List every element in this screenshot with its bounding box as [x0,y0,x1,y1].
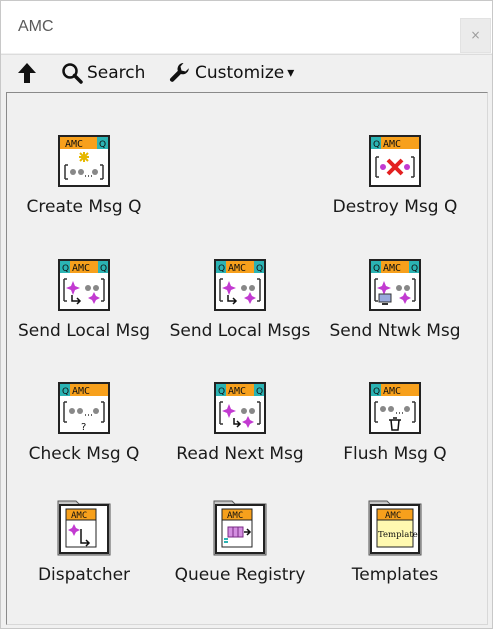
item-label: Templates [351,565,439,585]
svg-text:AMC: AMC [383,386,401,397]
item-label: Queue Registry [174,565,306,585]
chevron-down-icon: ▾ [287,65,295,81]
search-button[interactable]: Search [61,59,145,87]
svg-text:AMC: AMC [228,386,246,397]
svg-text:Q: Q [411,264,418,274]
item-label: Destroy Msg Q [332,197,458,217]
queue-registry-folder-icon: AMC [213,500,267,556]
palette-item-send-local-msgs[interactable]: Q Q AMC Send Local Msgs [165,259,315,344]
close-button[interactable]: × [460,18,491,53]
up-arrow-icon[interactable] [15,61,39,85]
dispatcher-folder-icon: AMC [57,500,111,556]
toolbar: Search Customize ▾ [1,54,492,91]
palette-item-read-next-msg[interactable]: Q Q AMC Read Next Msg [165,382,315,467]
svg-text:AMC: AMC [383,139,401,150]
palette-item-templates[interactable]: AMC Template Templates [320,497,470,588]
svg-text:Q: Q [256,264,263,274]
amc-header-text: AMC [65,139,83,150]
item-label: Read Next Msg [176,444,304,464]
check-msg-q-icon: Q AMC ? [58,382,110,434]
svg-text:Template: Template [378,530,418,540]
svg-text:AMC: AMC [72,386,90,397]
item-label: Check Msg Q [28,444,140,464]
palette-window: AMC × Search Customize ▾ AMC Q Create Ms… [0,0,493,629]
flush-msg-q-icon: Q AMC [369,382,421,434]
item-label: Send Ntwk Msg [329,321,461,341]
item-label: Send Local Msg [18,321,150,341]
read-next-msg-icon: Q Q AMC [214,382,266,434]
palette-item-flush-msg-q[interactable]: Q AMC Flush Msg Q [320,382,470,467]
svg-text:Q: Q [373,387,380,397]
svg-text:AMC: AMC [383,263,401,274]
window-title: AMC [18,18,54,35]
search-label: Search [87,63,146,83]
item-label: Create Msg Q [26,197,142,217]
svg-text:AMC: AMC [72,263,90,274]
magnifier-icon [62,63,83,84]
item-label: Flush Msg Q [343,444,447,464]
svg-text:AMC: AMC [228,263,246,274]
palette-item-send-ntwk-msg[interactable]: Q Q AMC Send Ntwk Msg [320,259,470,344]
svg-text:Q: Q [100,264,107,274]
customize-button[interactable]: Customize ▾ [168,59,294,87]
palette-item-send-local-msg[interactable]: Q Q AMC Send Local Msg [9,259,159,344]
svg-text:Q: Q [62,264,69,274]
svg-text:Q: Q [218,387,225,397]
item-label: Dispatcher [37,565,131,585]
svg-text:Q: Q [62,387,69,397]
customize-label: Customize [195,63,285,83]
svg-text:Q: Q [218,264,225,274]
send-local-msg-icon: Q Q AMC [58,259,110,311]
palette-item-dispatcher[interactable]: AMC Dispatcher [9,497,159,588]
palette-item-queue-registry[interactable]: AMC Queue Registry [165,497,315,588]
title-bar: AMC × [1,1,492,53]
palette-item-destroy-msg-q[interactable]: Q AMC Destroy Msg Q [320,135,470,220]
svg-text:Q: Q [256,387,263,397]
destroy-msg-q-icon: Q AMC [369,135,421,187]
send-local-msgs-icon: Q Q AMC [214,259,266,311]
wrench-icon [169,62,189,82]
svg-text:Q: Q [373,264,380,274]
send-ntwk-msg-icon: Q Q AMC [369,259,421,311]
create-msg-q-icon: AMC Q [58,135,110,187]
palette-item-check-msg-q[interactable]: Q AMC ? Check Msg Q [9,382,159,467]
svg-text:?: ? [81,422,86,433]
svg-text:Q: Q [373,140,380,150]
item-label: Send Local Msgs [169,321,311,341]
svg-text:Q: Q [99,140,106,150]
palette-item-create-msg-q[interactable]: AMC Q Create Msg Q [9,135,159,220]
templates-folder-icon: AMC Template [368,500,422,556]
function-palette: AMC Q Create Msg Q Q AMC Destroy Msg Q Q… [6,92,488,625]
